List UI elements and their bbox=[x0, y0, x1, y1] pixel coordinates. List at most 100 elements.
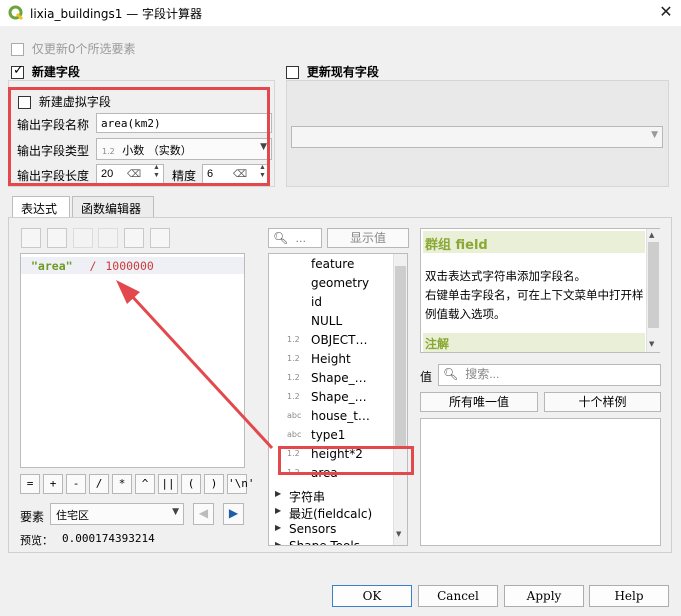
search-placeholder: … bbox=[295, 233, 307, 245]
field-type-icon: abc bbox=[287, 430, 302, 439]
feature-combo[interactable]: 住宅区 ▼ bbox=[50, 503, 184, 525]
expression-editor[interactable]: "area" / 1000000 bbox=[20, 253, 245, 468]
operator-buttons: = + - / * ^ ||() '\n' bbox=[20, 474, 255, 494]
checkbox-box: ✓ bbox=[11, 63, 24, 79]
scroll-down-icon[interactable]: ▼ bbox=[649, 340, 654, 348]
preview-label: 预览： bbox=[20, 534, 53, 547]
function-list-item[interactable]: feature bbox=[287, 256, 395, 275]
help-button[interactable]: Help bbox=[589, 585, 669, 607]
function-list-item-label: Shape_… bbox=[311, 371, 367, 385]
update-existing-label: 更新现有字段 bbox=[306, 65, 379, 79]
existing-field-combo: ▼ bbox=[291, 126, 663, 148]
expression-toolbar bbox=[21, 228, 172, 251]
expression-field-token: "area" bbox=[31, 259, 73, 273]
function-list-scrollbar[interactable]: ▼ bbox=[393, 254, 407, 545]
scrollbar-thumb[interactable] bbox=[648, 242, 659, 328]
function-group-label: Sensors bbox=[289, 522, 337, 536]
chevron-down-icon: ▼ bbox=[172, 507, 179, 517]
function-list-item-label: feature bbox=[311, 257, 355, 271]
scrollbar-thumb[interactable] bbox=[395, 266, 406, 446]
function-list-item[interactable]: abc house_t… bbox=[287, 408, 395, 427]
new-field-checkbox[interactable]: ✓ 新建字段 bbox=[11, 63, 80, 80]
function-list-item[interactable]: 1.2 Shape_… bbox=[287, 389, 395, 408]
expand-arrow-icon[interactable]: ▶ bbox=[275, 506, 281, 515]
field-type-icon: 1.2 bbox=[287, 335, 300, 344]
operator-divide-button[interactable]: / bbox=[89, 474, 109, 494]
previous-feature-button[interactable]: ◀ bbox=[193, 503, 214, 525]
expand-arrow-icon[interactable]: ▶ bbox=[275, 523, 281, 532]
cancel-button[interactable]: Cancel bbox=[418, 585, 498, 607]
function-group-item[interactable]: ▶ Shape Tools bbox=[275, 539, 393, 546]
new-file-icon[interactable] bbox=[21, 228, 41, 248]
feature-label: 要素 bbox=[20, 510, 45, 524]
function-list-item[interactable]: 1.2 OBJECT… bbox=[287, 332, 395, 351]
function-group-item[interactable]: ▶ 字符串 bbox=[275, 488, 393, 505]
expand-arrow-icon[interactable]: ▶ bbox=[275, 540, 281, 545]
apply-button[interactable]: Apply bbox=[504, 585, 584, 607]
function-list-item[interactable]: NULL bbox=[287, 313, 395, 332]
expand-arrow-icon[interactable]: ▶ bbox=[275, 489, 281, 498]
help-notes-bg bbox=[423, 333, 645, 352]
show-values-button[interactable]: 显示值 bbox=[327, 228, 409, 248]
function-list-item-label: id bbox=[311, 295, 322, 309]
scroll-up-icon[interactable]: ▲ bbox=[649, 231, 654, 239]
operator-open-paren-button[interactable]: ( bbox=[181, 474, 201, 494]
field-type-icon: 1.2 bbox=[287, 392, 300, 401]
field-type-icon: 1.2 bbox=[287, 373, 300, 382]
next-feature-button[interactable]: ▶ bbox=[223, 503, 244, 525]
field-type-icon: abc bbox=[287, 411, 302, 420]
only-update-label: 仅更新0个所选要素 bbox=[31, 42, 136, 56]
function-list-item-label: geometry bbox=[311, 276, 370, 290]
operator-minus-button[interactable]: - bbox=[66, 474, 86, 494]
function-list-item[interactable]: geometry bbox=[287, 275, 395, 294]
values-list[interactable] bbox=[420, 418, 661, 546]
ok-button[interactable]: OK bbox=[332, 585, 412, 607]
import-icon[interactable] bbox=[124, 228, 145, 248]
close-button[interactable]: ✕ bbox=[656, 3, 676, 21]
help-title: 群组 field bbox=[425, 238, 488, 253]
chevron-down-icon: ▼ bbox=[651, 130, 658, 140]
function-list[interactable]: feature geometry id NULL 1.2 OBJECT… 1.2 Height… bbox=[268, 253, 408, 546]
function-list-item-label: NULL bbox=[311, 314, 343, 328]
function-list-item-label: house_t… bbox=[311, 409, 370, 423]
operator-power-button[interactable]: ^ bbox=[135, 474, 155, 494]
operator-newline-button[interactable]: '\n' bbox=[227, 474, 255, 494]
tab-function-editor[interactable]: 函数编辑器 bbox=[72, 196, 154, 218]
function-group-item[interactable]: ▶ 最近(fieldcalc) bbox=[275, 505, 393, 522]
function-list-item-label: type1 bbox=[311, 428, 346, 442]
help-scrollbar[interactable]: ▲ ▼ bbox=[646, 229, 660, 352]
function-list-item[interactable]: abc type1 bbox=[287, 427, 395, 446]
function-list-item[interactable]: 1.2 Height bbox=[287, 351, 395, 370]
ten-samples-button[interactable]: 十个样例 bbox=[544, 392, 661, 412]
operator-equals-button[interactable]: = bbox=[20, 474, 40, 494]
function-group-item[interactable]: ▶ Sensors bbox=[275, 522, 393, 539]
delete-icon[interactable] bbox=[98, 228, 119, 248]
values-search-input[interactable]: 🔍︎ 搜索... bbox=[438, 364, 661, 386]
tab-expression[interactable]: 表达式 bbox=[12, 196, 70, 218]
operator-multiply-button[interactable]: * bbox=[112, 474, 132, 494]
expression-text: "area" / 1000000 bbox=[31, 259, 154, 273]
all-unique-button[interactable]: 所有唯一值 bbox=[420, 392, 538, 412]
qgis-logo-icon bbox=[8, 5, 24, 21]
only-update-checkbox[interactable]: 仅更新0个所选要素 bbox=[11, 40, 135, 57]
export-icon[interactable] bbox=[150, 228, 171, 248]
save-icon[interactable] bbox=[46, 228, 67, 248]
check-mark-icon: ✓ bbox=[13, 63, 24, 78]
search-icon: 🔍︎ bbox=[443, 367, 459, 381]
function-list-item[interactable]: 1.2 Shape_… bbox=[287, 370, 395, 389]
function-list-item[interactable]: id bbox=[287, 294, 395, 313]
function-list-item-label: OBJECT… bbox=[311, 333, 368, 347]
annotation-area-box bbox=[278, 446, 414, 475]
operator-plus-button[interactable]: + bbox=[43, 474, 63, 494]
operator-close-paren-button[interactable]: ) bbox=[204, 474, 224, 494]
scroll-down-icon[interactable]: ▼ bbox=[396, 530, 401, 538]
update-existing-checkbox[interactable]: 更新现有字段 bbox=[286, 63, 379, 80]
function-search-input[interactable]: 🔍︎ … bbox=[268, 228, 322, 248]
checkbox-box bbox=[286, 66, 299, 79]
expression-operator-token: / bbox=[89, 259, 97, 273]
operator-concat-button[interactable]: || bbox=[158, 474, 178, 494]
window-title: lixia_buildings1 — 字段计算器 bbox=[30, 7, 203, 21]
help-text-1: 双击表达式字符串添加字段名。 bbox=[425, 269, 586, 283]
function-group-label: Shape Tools bbox=[289, 539, 360, 546]
edit-icon[interactable] bbox=[72, 228, 93, 248]
